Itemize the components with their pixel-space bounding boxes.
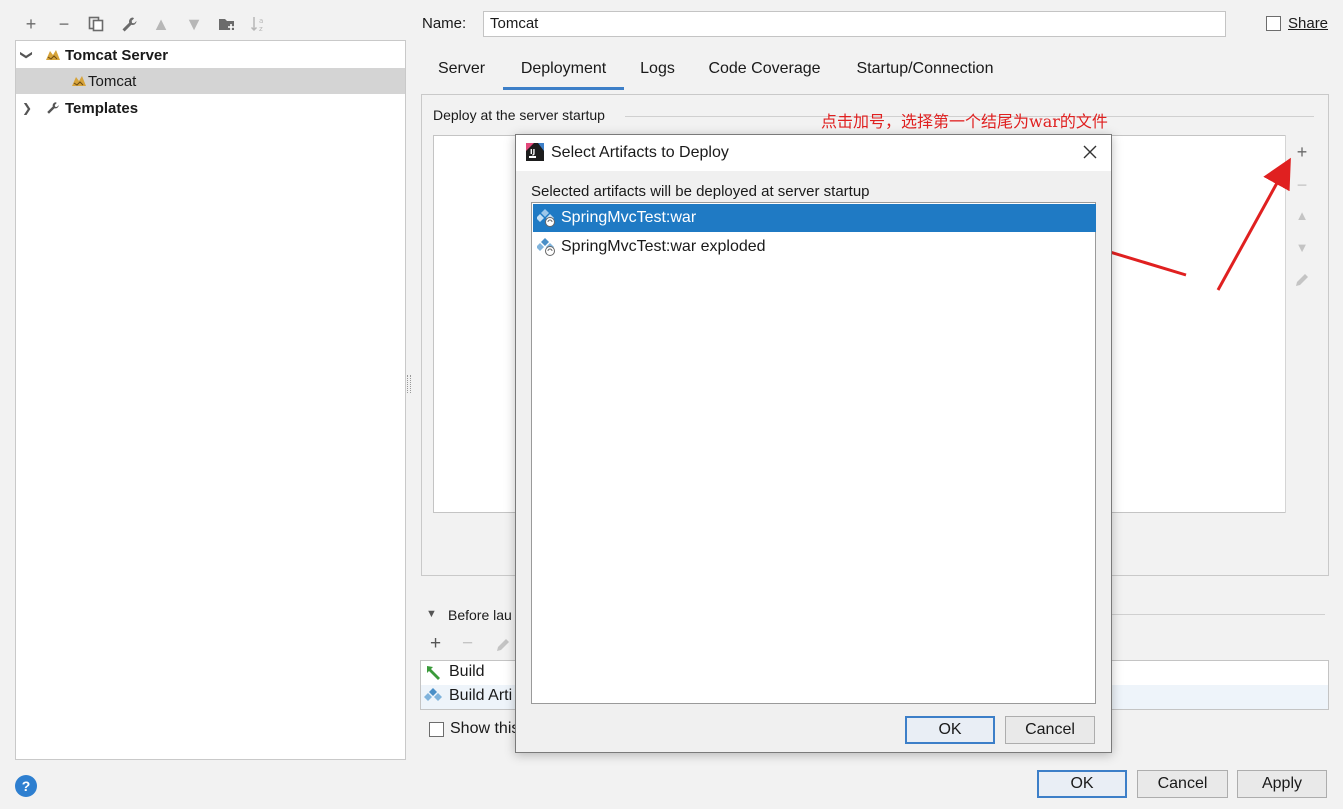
show-page-checkbox-box[interactable] <box>429 721 444 737</box>
before-launch-label: Before lau <box>448 607 512 623</box>
dialog-cancel-button[interactable]: Cancel <box>1005 716 1095 744</box>
show-page-checkbox[interactable]: Show this <box>429 720 519 738</box>
artifact-list[interactable]: SpringMvcTest:war SpringMvcTest:war expl… <box>531 202 1096 704</box>
annotation-arrow <box>1216 157 1291 291</box>
collapse-icon[interactable]: ▼ <box>426 608 437 620</box>
list-item[interactable]: Build <box>424 663 485 681</box>
list-item[interactable]: Build Arti <box>424 687 512 705</box>
cancel-button[interactable]: Cancel <box>1137 770 1228 798</box>
ok-button[interactable]: OK <box>1037 770 1127 798</box>
pencil-icon[interactable] <box>495 637 511 653</box>
list-item-label: Build Arti <box>449 687 513 704</box>
show-page-label: Show this <box>450 720 520 737</box>
artifact-icon <box>537 238 555 256</box>
help-button[interactable]: ? <box>15 775 37 797</box>
artifact-item-springmvctest-war-exploded[interactable]: SpringMvcTest:war exploded <box>533 233 1096 261</box>
artifact-icon <box>424 688 442 701</box>
apply-button[interactable]: Apply <box>1237 770 1327 798</box>
dialog-subtitle: Selected artifacts will be deployed at s… <box>531 183 870 200</box>
close-icon[interactable] <box>1083 145 1097 159</box>
hammer-icon <box>427 666 440 680</box>
artifact-label: SpringMvcTest:war <box>561 209 697 226</box>
remove-task-button[interactable]: − <box>462 633 473 655</box>
list-item-label: Build <box>449 663 485 680</box>
svg-text:IJ: IJ <box>530 148 535 156</box>
artifact-item-springmvctest-war[interactable]: SpringMvcTest:war <box>533 204 1096 232</box>
intellij-icon: IJ <box>526 143 544 161</box>
dialog-ok-button[interactable]: OK <box>905 716 995 744</box>
artifact-icon <box>537 209 555 227</box>
dialog-title: Select Artifacts to Deploy <box>551 144 729 161</box>
artifact-label: SpringMvcTest:war exploded <box>561 238 766 255</box>
add-task-button[interactable]: + <box>430 633 441 655</box>
